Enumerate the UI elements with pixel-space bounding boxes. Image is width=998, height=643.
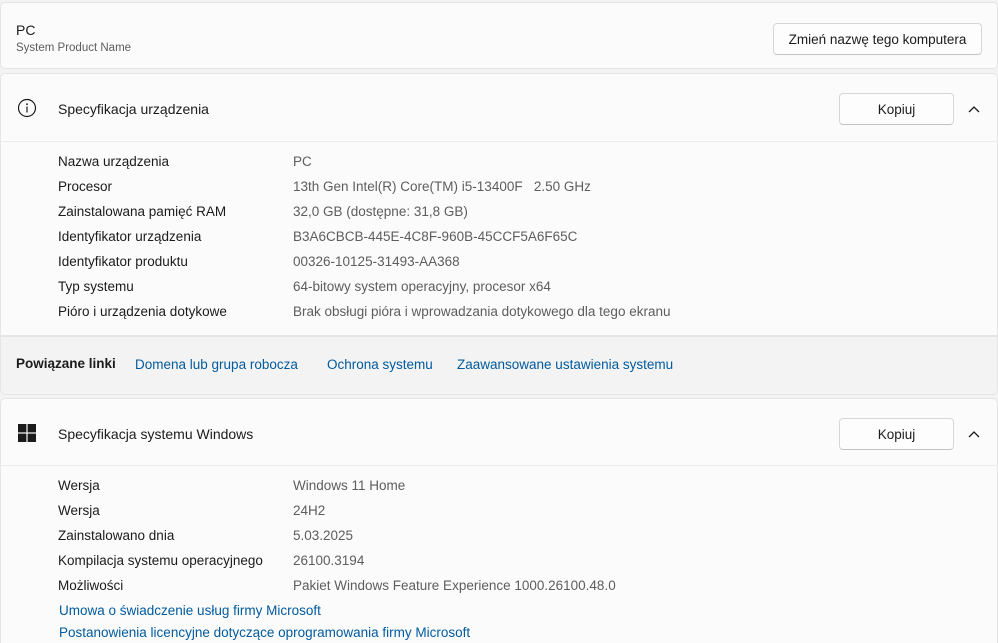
copy-windows-spec-button[interactable]: Kopiuj — [839, 418, 954, 450]
pc-product-name: System Product Name — [16, 42, 132, 54]
device-spec-body: Nazwa urządzenia PC Procesor 13th Gen In… — [0, 141, 998, 336]
info-icon — [17, 98, 37, 118]
spec-value: 5.03.2025 — [293, 528, 354, 543]
spec-key: Zainstalowana pamięć RAM — [58, 204, 227, 219]
spec-key: Wersja — [58, 503, 100, 518]
spec-key: Nazwa urządzenia — [58, 154, 170, 169]
spec-key: Zainstalowano dnia — [58, 528, 175, 543]
spec-key: Możliwości — [58, 578, 124, 593]
copy-device-spec-button[interactable]: Kopiuj — [839, 93, 954, 125]
related-links-title: Powiązane linki — [16, 356, 116, 371]
spec-key: Typ systemu — [58, 279, 134, 294]
windows-logo-icon — [17, 423, 37, 443]
windows-spec-header[interactable]: Specyfikacja systemu Windows Kopiuj — [0, 398, 998, 466]
spec-value: 24H2 — [293, 503, 326, 518]
link-microsoft-software-license-terms[interactable]: Postanowienia licencyjne dotyczące oprog… — [59, 625, 470, 640]
spec-value: 13th Gen Intel(R) Core(TM) i5-13400F 2.5… — [293, 179, 591, 194]
spec-value: Brak obsługi pióra i wprowadzania dotyko… — [293, 304, 671, 319]
chevron-up-icon[interactable] — [964, 424, 984, 444]
spec-value: 26100.3194 — [293, 553, 365, 568]
windows-spec-title: Specyfikacja systemu Windows — [58, 426, 254, 442]
related-links-bar: Powiązane linki Domena lub grupa robocza… — [0, 336, 998, 395]
spec-value: 00326-10125-31493-AA368 — [293, 254, 460, 269]
windows-spec-body: Wersja Windows 11 Home Wersja 24H2 Zains… — [0, 465, 998, 643]
pc-name-card: PC System Product Name Zmień nazwę tego … — [0, 2, 998, 69]
device-spec-title: Specyfikacja urządzenia — [58, 101, 209, 117]
spec-key: Pióro i urządzenia dotykowe — [58, 304, 227, 319]
link-system-protection[interactable]: Ochrona systemu — [327, 357, 433, 372]
spec-value: 64-bitowy system operacyjny, procesor x6… — [293, 279, 551, 294]
rename-pc-button[interactable]: Zmień nazwę tego komputera — [773, 23, 982, 55]
spec-value: Windows 11 Home — [293, 478, 406, 493]
spec-key: Wersja — [58, 478, 100, 493]
chevron-up-icon[interactable] — [964, 99, 984, 119]
spec-key: Identyfikator produktu — [58, 254, 188, 269]
spec-value: Pakiet Windows Feature Experience 1000.2… — [293, 578, 616, 593]
spec-value: B3A6CBCB-445E-4C8F-960B-45CCF5A6F65C — [293, 229, 578, 244]
spec-key: Identyfikator urządzenia — [58, 229, 202, 244]
spec-key: Kompilacja systemu operacyjnego — [58, 553, 263, 568]
link-domain-workgroup[interactable]: Domena lub grupa robocza — [135, 357, 298, 372]
spec-key: Procesor — [58, 179, 113, 194]
link-advanced-system-settings[interactable]: Zaawansowane ustawienia systemu — [457, 357, 673, 372]
device-spec-header[interactable]: Specyfikacja urządzenia Kopiuj — [0, 73, 998, 142]
spec-value: 32,0 GB (dostępne: 31,8 GB) — [293, 204, 468, 219]
spec-value: PC — [293, 154, 312, 169]
link-microsoft-services-agreement[interactable]: Umowa o świadczenie usług firmy Microsof… — [59, 603, 321, 618]
pc-name: PC — [16, 22, 36, 38]
